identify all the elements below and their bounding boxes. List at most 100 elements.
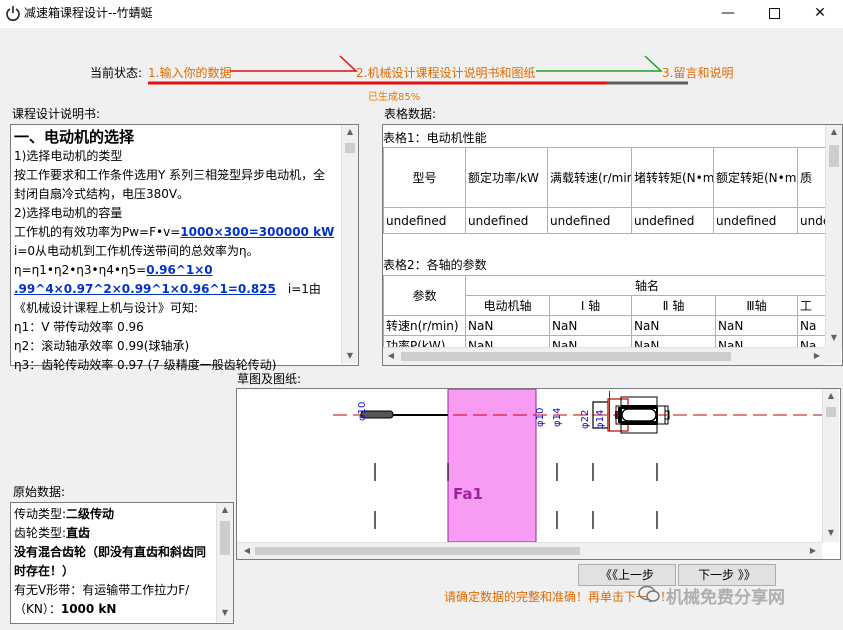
doc-p5-prefix: η=η1•η2•η3•η4•η5=	[14, 263, 147, 277]
drawing-section-label: 草图及图纸:	[237, 372, 302, 386]
transmission-type-line: 传动类型:二级传动	[14, 505, 214, 524]
tables-vertical-scrollbar[interactable]: ▲ ▼	[825, 125, 842, 347]
minimize-button[interactable]: —	[705, 0, 751, 28]
table-cell: undefined	[465, 207, 548, 234]
doc-p4-prefix: 工作机的有效功率为Pw=F•v=	[14, 225, 181, 239]
table-cell: undefined	[713, 207, 798, 234]
axis-name-header-cell: 轴名	[464, 275, 830, 296]
power-formula-link[interactable]: 1000×300=300000 kW	[180, 225, 334, 239]
tables-hscroll-thumb[interactable]	[401, 352, 731, 361]
table-header-cell: 型号	[383, 147, 466, 208]
doc-paragraph-5: η=η1•η2•η3•η4•η5=0.96^1×0 .99^4×0.97^2×0.…	[14, 261, 336, 318]
doc-paragraph-3: 2)选择电动机的容量	[14, 206, 123, 220]
v-belt-line: 有无V形带：有运输带工作拉力F/（KN）：1000 kN	[14, 581, 214, 619]
doc-paragraph-4: 工作机的有效功率为Pw=F•v=1000×300=300000 kW i=0从电…	[14, 223, 336, 261]
shaft-params-table: 参数 轴名 电动机轴 Ⅰ 轴 Ⅱ 轴 Ⅲ轴 工 转速n(r/min) NaN N…	[383, 275, 830, 356]
drawing-panel[interactable]: Fa1 φ10 φ10 φ14 φ22 φ14 ▲ ▼ ◀ ▶	[236, 388, 841, 560]
gear-type-line: 齿轮类型:直齿	[14, 524, 214, 543]
minimize-icon: —	[721, 5, 735, 21]
design-document-panel[interactable]: 一、电动机的选择 1)选择电动机的类型 按工作要求和工作条件选用Y 系列三相笼型…	[10, 124, 359, 372]
doc-vertical-scrollbar[interactable]: ▲ ▼	[341, 125, 358, 364]
gear-type-label: 齿轮类型:	[14, 526, 67, 540]
drawing-vertical-scrollbar[interactable]: ▲ ▼	[822, 389, 839, 542]
tables-horizontal-scrollbar[interactable]: ◀ ▶	[383, 347, 825, 365]
table-header-cell: 额定转矩(N•m)	[713, 147, 798, 208]
dimension-label: φ14	[552, 407, 563, 427]
doc-eta-2: η2：滚动轴承效率 0.99(球轴承)	[14, 339, 190, 353]
table-header-cell: 电动机轴	[465, 295, 550, 316]
title-bar: 减速箱课程设计--竹蜻蜓 — ✕	[0, 0, 843, 28]
scroll-down-arrow-icon[interactable]: ▼	[826, 333, 842, 342]
scroll-up-arrow-icon[interactable]: ▲	[823, 391, 839, 400]
dimension-label: φ22	[580, 409, 591, 429]
drawing-hscroll-thumb[interactable]	[255, 547, 580, 555]
close-button[interactable]: ✕	[797, 0, 843, 28]
scroll-left-arrow-icon[interactable]: ◀	[385, 351, 397, 360]
doc-scroll-thumb[interactable]	[345, 143, 355, 153]
dimension-label: φ10	[357, 401, 368, 421]
pull-force-value: 1000 kN	[60, 602, 117, 616]
drawing-horizontal-scrollbar[interactable]: ◀ ▶	[237, 542, 822, 559]
scroll-up-arrow-icon[interactable]: ▲	[217, 505, 233, 514]
table-cell: undefined	[631, 207, 714, 234]
param-header-cell: 参数	[383, 275, 466, 316]
dimension-label: φ14	[595, 409, 606, 429]
table-cell: Na	[796, 315, 830, 336]
motor-performance-table: 型号 额定功率/kW 满载转速(r/min) 堵转转矩(N•m) 额定转矩(N•…	[383, 147, 829, 234]
doc-paragraph-2: 按工作要求和工作条件选用Y 系列三相笼型异步电动机，全封闭自扇冷式结构，电压38…	[14, 168, 326, 201]
table-cell: NaN	[549, 315, 632, 336]
original-data-panel[interactable]: 传动类型:二级传动 齿轮类型:直齿 没有混合齿轮（即没有直齿和斜齿同时存在！） …	[10, 502, 234, 624]
scroll-right-arrow-icon[interactable]: ▶	[807, 546, 819, 555]
maximize-icon	[768, 7, 780, 19]
table-header-cell: 额定功率/kW	[465, 147, 548, 208]
watermark-text: 机械免费分享网	[666, 588, 785, 608]
scroll-up-arrow-icon[interactable]: ▲	[826, 127, 842, 136]
doc-eta-1: η1：V 带传动效率 0.96	[14, 320, 144, 334]
table-header-cell: Ⅰ 轴	[549, 295, 632, 316]
table-cell: unde	[797, 207, 829, 234]
maximize-button[interactable]	[751, 0, 797, 28]
original-vertical-scrollbar[interactable]: ▲ ▼	[216, 503, 233, 622]
watermark: 机械免费分享网	[630, 580, 840, 608]
scroll-right-arrow-icon[interactable]: ▶	[811, 351, 823, 360]
original-data-content: 传动类型:二级传动 齿轮类型:直齿 没有混合齿轮（即没有直齿和斜齿同时存在！） …	[14, 505, 214, 619]
scroll-down-arrow-icon[interactable]: ▼	[342, 351, 358, 360]
table-data-panel[interactable]: 表格1：电动机性能 型号 额定功率/kW 满载转速(r/min) 堵转转矩(N•…	[382, 124, 843, 366]
table-header-cell: 堵转转矩(N•m)	[631, 147, 714, 208]
table-1-title: 表格1：电动机性能	[383, 131, 487, 145]
doc-paragraph-1: 1)选择电动机的类型	[14, 149, 123, 163]
scroll-down-arrow-icon[interactable]: ▼	[217, 608, 233, 617]
efficiency-formula-link-2[interactable]: .99^4×0.97^2×0.99^1×0.96^1=0.825	[14, 282, 276, 296]
table-header-cell: 满载转速(r/min)	[547, 147, 632, 208]
table-cell: NaN	[465, 315, 550, 336]
design-document-content: 一、电动机的选择 1)选择电动机的类型 按工作要求和工作条件选用Y 系列三相笼型…	[14, 127, 336, 375]
scroll-left-arrow-icon[interactable]: ◀	[241, 546, 253, 555]
table-header-cell: Ⅲ轴	[715, 295, 798, 316]
scroll-corner	[825, 347, 841, 364]
tables-section-label: 表格数据:	[384, 107, 437, 121]
table-cell: undefined	[383, 207, 466, 234]
table-header-cell: 质	[797, 147, 829, 208]
original-section-label: 原始数据:	[13, 485, 66, 499]
gear-face-region	[447, 389, 537, 542]
progress-indicator	[148, 55, 688, 85]
table-cell: NaN	[631, 315, 716, 336]
original-vscroll-thumb[interactable]	[220, 521, 230, 555]
tables-vscroll-thumb[interactable]	[829, 145, 839, 167]
doc-heading: 一、电动机的选择	[14, 128, 135, 146]
window-title: 减速箱课程设计--竹蜻蜓	[24, 6, 153, 20]
power-icon	[6, 6, 20, 21]
efficiency-formula-link-1[interactable]: 0.96^1×0	[146, 263, 212, 277]
scroll-down-arrow-icon[interactable]: ▼	[823, 528, 839, 537]
fa1-force-label: Fa1	[453, 485, 483, 503]
transmission-type-label: 传动类型:	[14, 507, 67, 521]
drawing-vscroll-thumb[interactable]	[826, 407, 836, 417]
wechat-icon	[638, 585, 660, 602]
dimension-label: φ10	[535, 407, 546, 427]
transmission-type-value: 二级传动	[66, 507, 115, 521]
table-cell: undefined	[547, 207, 632, 234]
scroll-up-arrow-icon[interactable]: ▲	[342, 127, 358, 136]
row-label-cell: 转速n(r/min)	[383, 315, 466, 336]
gear-type-value: 直齿	[66, 526, 91, 540]
close-icon: ✕	[814, 5, 826, 21]
